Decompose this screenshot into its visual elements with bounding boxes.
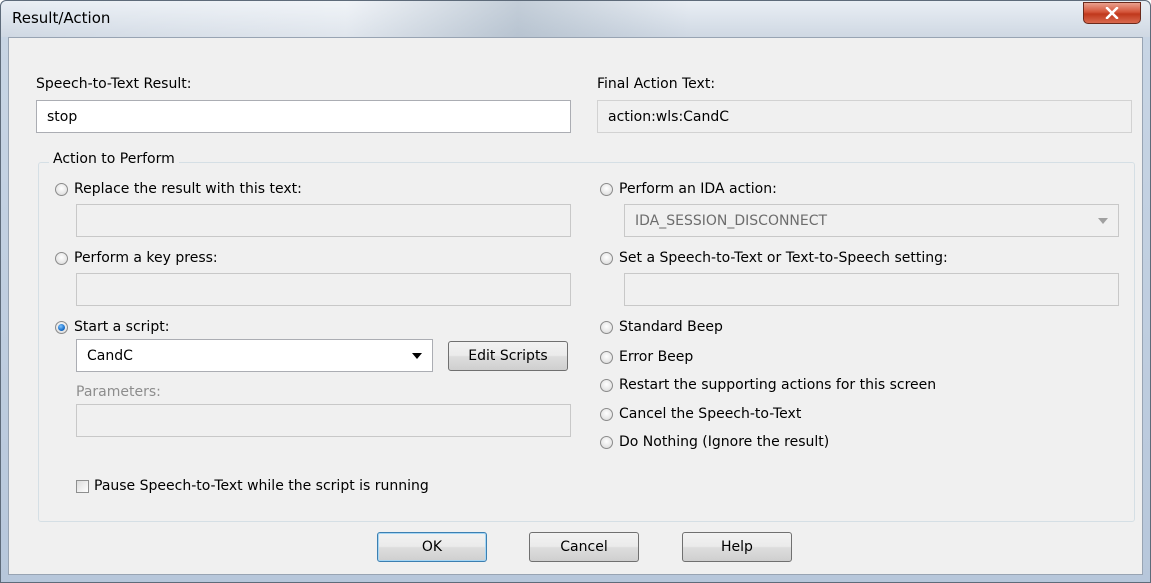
edit-scripts-button[interactable]: Edit Scripts xyxy=(448,341,568,371)
ida-selected-value: IDA_SESSION_DISCONNECT xyxy=(635,212,828,229)
radio-restart-actions[interactable]: Restart the supporting actions for this … xyxy=(600,377,936,393)
ok-button-label: OK xyxy=(421,539,443,555)
title-bar[interactable]: Result/Action xyxy=(1,1,1150,37)
radio-button-icon xyxy=(55,182,68,196)
radio-do-nothing[interactable]: Do Nothing (Ignore the result) xyxy=(600,434,829,450)
radio-selected-icon xyxy=(55,320,68,334)
speech-result-input[interactable]: stop xyxy=(36,100,571,133)
parameters-input[interactable] xyxy=(76,404,571,437)
script-selected-value: CandC xyxy=(87,347,133,364)
help-button[interactable]: Help xyxy=(682,532,792,562)
radio-button-icon xyxy=(600,182,613,196)
edit-scripts-label: Edit Scripts xyxy=(468,348,548,364)
radio-button-icon xyxy=(600,435,613,449)
radio-ida-label: Perform an IDA action: xyxy=(619,181,777,197)
radio-key-press[interactable]: Perform a key press: xyxy=(55,250,218,266)
radio-cancel-stt[interactable]: Cancel the Speech-to-Text xyxy=(600,406,801,422)
parameters-label: Parameters: xyxy=(76,384,161,400)
radio-cancel-stt-label: Cancel the Speech-to-Text xyxy=(619,406,802,422)
radio-error-beep[interactable]: Error Beep xyxy=(600,349,693,365)
radio-button-icon xyxy=(600,350,613,364)
radio-stt-setting[interactable]: Set a Speech-to-Text or Text-to-Speech s… xyxy=(600,250,948,266)
cancel-button[interactable]: Cancel xyxy=(529,532,639,562)
radio-stt-setting-label: Set a Speech-to-Text or Text-to-Speech s… xyxy=(619,250,948,266)
radio-replace-label: Replace the result with this text: xyxy=(74,181,302,197)
help-button-label: Help xyxy=(721,539,753,555)
ok-button[interactable]: OK xyxy=(377,532,487,562)
close-button[interactable] xyxy=(1083,2,1141,24)
radio-button-icon xyxy=(600,251,613,265)
radio-start-script[interactable]: Start a script: xyxy=(55,319,169,335)
radio-start-script-label: Start a script: xyxy=(74,319,170,335)
radio-button-icon xyxy=(600,378,613,392)
radio-standard-beep-label: Standard Beep xyxy=(619,319,723,335)
speech-result-label: Speech-to-Text Result: xyxy=(36,76,192,92)
window-title: Result/Action xyxy=(12,9,111,27)
radio-do-nothing-label: Do Nothing (Ignore the result) xyxy=(619,434,830,450)
action-group-caption: Action to Perform xyxy=(49,151,179,167)
radio-restart-label: Restart the supporting actions for this … xyxy=(619,377,937,393)
script-select[interactable]: CandC xyxy=(76,339,433,372)
final-action-label: Final Action Text: xyxy=(597,76,716,92)
chevron-down-icon[interactable] xyxy=(1098,217,1108,224)
radio-error-beep-label: Error Beep xyxy=(619,349,694,365)
ida-action-select[interactable]: IDA_SESSION_DISCONNECT xyxy=(624,204,1119,237)
radio-key-press-label: Perform a key press: xyxy=(74,250,218,266)
radio-replace-text[interactable]: Replace the result with this text: xyxy=(55,181,302,197)
radio-button-icon xyxy=(600,320,613,334)
dialog-client-area: Speech-to-Text Result: stop Final Action… xyxy=(8,37,1143,575)
final-action-value: action:wls:CandC xyxy=(608,108,730,125)
chevron-down-icon[interactable] xyxy=(412,352,422,359)
checkbox-icon xyxy=(76,479,89,493)
pause-checkbox[interactable]: Pause Speech-to-Text while the script is… xyxy=(76,478,429,494)
radio-ida-action[interactable]: Perform an IDA action: xyxy=(600,181,777,197)
radio-button-icon xyxy=(55,251,68,265)
stt-setting-input[interactable] xyxy=(624,273,1119,306)
replace-text-input[interactable] xyxy=(76,204,571,237)
radio-button-icon xyxy=(600,407,613,421)
pause-checkbox-label: Pause Speech-to-Text while the script is… xyxy=(94,478,429,494)
close-icon xyxy=(1105,7,1119,19)
radio-standard-beep[interactable]: Standard Beep xyxy=(600,319,723,335)
cancel-button-label: Cancel xyxy=(560,539,608,555)
speech-result-value: stop xyxy=(47,108,78,125)
final-action-field: action:wls:CandC xyxy=(597,100,1132,133)
dialog-window: Result/Action Speech-to-Text Result: sto… xyxy=(0,0,1151,583)
key-press-input[interactable] xyxy=(76,273,571,306)
